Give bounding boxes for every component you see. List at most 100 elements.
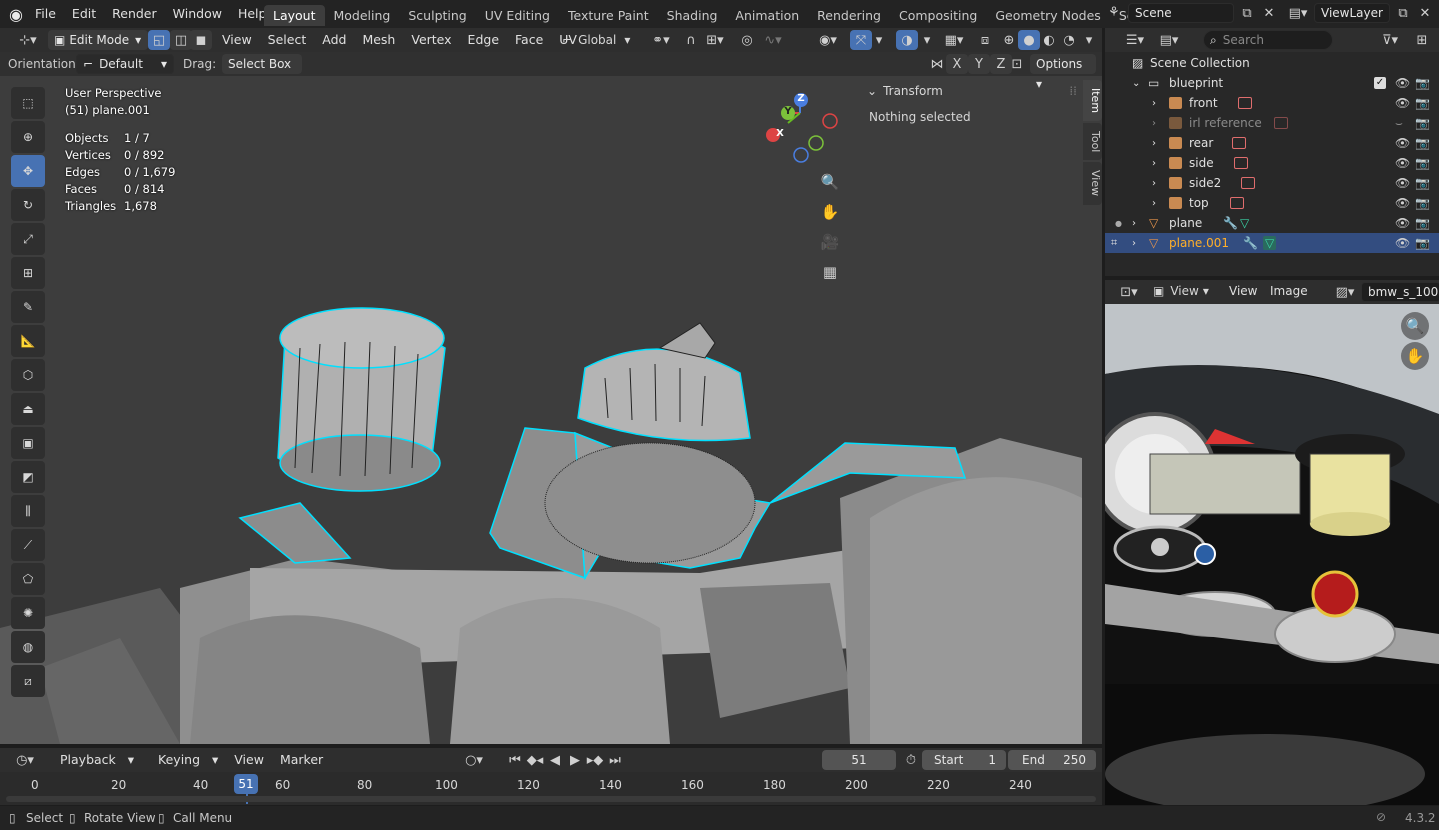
eye-icon[interactable]: 👁: [1395, 156, 1410, 170]
outliner-item-top[interactable]: › top 👁 📷: [1105, 193, 1439, 213]
camera-icon[interactable]: 📷: [1415, 156, 1430, 170]
tab-animation[interactable]: Animation: [726, 5, 808, 26]
outliner-scene-collection[interactable]: ▨ Scene Collection: [1105, 53, 1439, 73]
mesh-overlay-icon[interactable]: ▦▾: [940, 30, 968, 50]
outliner-item-side2[interactable]: › side2 👁 📷: [1105, 173, 1439, 193]
edge-select-icon[interactable]: ◫: [170, 30, 192, 50]
menu-view[interactable]: View: [214, 32, 260, 47]
tab-compositing[interactable]: Compositing: [890, 5, 986, 26]
menu-image[interactable]: Image: [1270, 284, 1308, 298]
camera-icon[interactable]: 📷: [1415, 236, 1430, 250]
eye-icon[interactable]: 👁: [1395, 196, 1410, 210]
menu-edge[interactable]: Edge: [460, 32, 507, 47]
checkbox-icon[interactable]: ✓: [1374, 77, 1386, 89]
mesh-data-icon[interactable]: ▽: [1240, 216, 1249, 230]
tab-geometry-nodes[interactable]: Geometry Nodes: [986, 5, 1109, 26]
editor-type-icon[interactable]: ◷▾: [10, 750, 40, 770]
poly-build-tool[interactable]: ⬠: [11, 563, 45, 595]
chevron-down-icon[interactable]: ▾: [1078, 30, 1100, 50]
rendered-shading-icon[interactable]: ◔: [1058, 30, 1080, 50]
stopwatch-icon[interactable]: ⏱: [900, 750, 922, 770]
outliner-item-plane[interactable]: ● › ▽ plane 🔧 ▽ 👁 📷: [1105, 213, 1439, 233]
chevron-right-icon[interactable]: ›: [1152, 178, 1156, 189]
knife-tool[interactable]: ⟋: [11, 529, 45, 561]
menu-render[interactable]: Render: [104, 6, 165, 21]
select-box-tool[interactable]: ⬚: [11, 87, 45, 119]
network-off-icon[interactable]: ⊘: [1376, 810, 1386, 824]
current-frame-field[interactable]: 51: [822, 750, 896, 770]
chevron-right-icon[interactable]: ›: [1152, 98, 1156, 109]
ortho-grid-icon[interactable]: ▦: [816, 258, 844, 286]
chevron-down-icon[interactable]: ▾: [916, 30, 938, 50]
transform-orientation-selector[interactable]: ⌐ Global ▾: [562, 30, 630, 50]
chevron-right-icon[interactable]: ›: [1132, 238, 1136, 249]
pan-hand-icon[interactable]: ✋: [816, 198, 844, 226]
outliner-item-side[interactable]: › side 👁 📷: [1105, 153, 1439, 173]
menu-add[interactable]: Add: [314, 32, 354, 47]
filter-icon[interactable]: ⊽▾: [1375, 30, 1405, 50]
menu-view[interactable]: View: [1229, 284, 1257, 298]
chevron-right-icon[interactable]: ›: [1152, 198, 1156, 209]
menu-marker[interactable]: Marker: [272, 752, 331, 767]
jump-start-icon[interactable]: ⏮: [504, 750, 526, 770]
tab-layout[interactable]: Layout: [264, 4, 325, 26]
menu-playback[interactable]: Playback ▾: [44, 752, 142, 767]
menu-window[interactable]: Window: [165, 6, 230, 21]
jump-end-icon[interactable]: ⏭: [604, 750, 626, 770]
mirror-x-button[interactable]: X: [946, 54, 968, 74]
sidebar-tab-item[interactable]: Item: [1083, 80, 1102, 122]
sidebar-tab-view[interactable]: View: [1083, 162, 1102, 205]
overlay-toggle-icon[interactable]: ◑: [896, 30, 918, 50]
end-frame-field[interactable]: End 250: [1008, 750, 1096, 770]
camera-icon[interactable]: 📷: [1415, 116, 1430, 130]
transform-tool[interactable]: ⊞: [11, 257, 45, 289]
tab-texture-paint[interactable]: Texture Paint: [559, 5, 658, 26]
image-view-mode[interactable]: ▣ View ▾: [1153, 284, 1209, 298]
image-browse-icon[interactable]: ▨▾: [1331, 282, 1359, 302]
gizmo-z-label[interactable]: Z: [794, 93, 808, 104]
image-data-icon[interactable]: [1241, 177, 1255, 189]
inset-tool[interactable]: ▣: [11, 427, 45, 459]
camera-icon[interactable]: 📷: [1415, 176, 1430, 190]
outliner-item-plane-001[interactable]: ⌗ › ▽ plane.001 🔧 ▽ 👁 📷: [1105, 233, 1439, 253]
edge-slide-tool[interactable]: ⧄: [11, 665, 45, 697]
timeline-ruler[interactable]: 0 20 40 51 60 80 100 120 140 160 180 200…: [0, 772, 1102, 805]
scene-selector[interactable]: Scene: [1128, 3, 1234, 23]
camera-icon[interactable]: 📷: [1415, 216, 1430, 230]
edit-mode-icon[interactable]: ⌗: [1111, 236, 1117, 250]
vertex-select-icon[interactable]: ◱: [148, 30, 170, 50]
camera-icon[interactable]: 📷: [1415, 196, 1430, 210]
wrench-icon[interactable]: 🔧: [1223, 216, 1238, 230]
display-mode-icon[interactable]: ▤▾: [1155, 30, 1183, 50]
eye-icon[interactable]: 👁: [1395, 216, 1410, 230]
timeline-scrollbar[interactable]: [6, 796, 1096, 802]
play-icon[interactable]: ▶: [564, 750, 586, 770]
image-editor[interactable]: ⊡▾ ▣ View ▾ View Image ▨▾ bmw_s_1000 🔍 ✋: [1105, 280, 1439, 805]
start-frame-field[interactable]: Start 1: [922, 750, 1006, 770]
move-tool[interactable]: ✥: [11, 155, 45, 187]
eye-icon[interactable]: 👁: [1395, 96, 1410, 110]
blender-logo-icon[interactable]: ◉: [9, 5, 23, 24]
image-data-icon[interactable]: [1274, 117, 1288, 129]
auto-merge-icon[interactable]: ⊡: [1006, 54, 1028, 74]
prev-keyframe-icon[interactable]: ◆◂: [524, 750, 546, 770]
delete-scene-icon[interactable]: ✕: [1258, 3, 1280, 23]
delete-view-layer-icon[interactable]: ✕: [1414, 3, 1436, 23]
new-collection-icon[interactable]: ⊞: [1411, 30, 1433, 50]
outliner-item-front[interactable]: › front 👁 📷: [1105, 93, 1439, 113]
extrude-tool[interactable]: ⏏: [11, 393, 45, 425]
proportional-edit-icon[interactable]: ◎: [736, 30, 758, 50]
chevron-down-icon[interactable]: ▾: [868, 30, 890, 50]
eye-closed-icon[interactable]: ⌣: [1395, 116, 1403, 131]
eye-icon[interactable]: 👁: [1395, 176, 1410, 190]
menu-view[interactable]: View: [226, 752, 272, 767]
mirror-icon[interactable]: ⋈: [926, 54, 948, 74]
next-keyframe-icon[interactable]: ▸◆: [584, 750, 606, 770]
outliner-item-irl-reference[interactable]: › irl reference ⌣ 📷: [1105, 113, 1439, 133]
image-data-icon[interactable]: [1238, 97, 1252, 109]
annotate-tool[interactable]: ✎: [11, 291, 45, 323]
menu-keying[interactable]: Keying ▾: [142, 752, 226, 767]
eye-icon[interactable]: 👁: [1395, 236, 1410, 250]
menu-select[interactable]: Select: [260, 32, 315, 47]
chevron-right-icon[interactable]: ›: [1152, 158, 1156, 169]
